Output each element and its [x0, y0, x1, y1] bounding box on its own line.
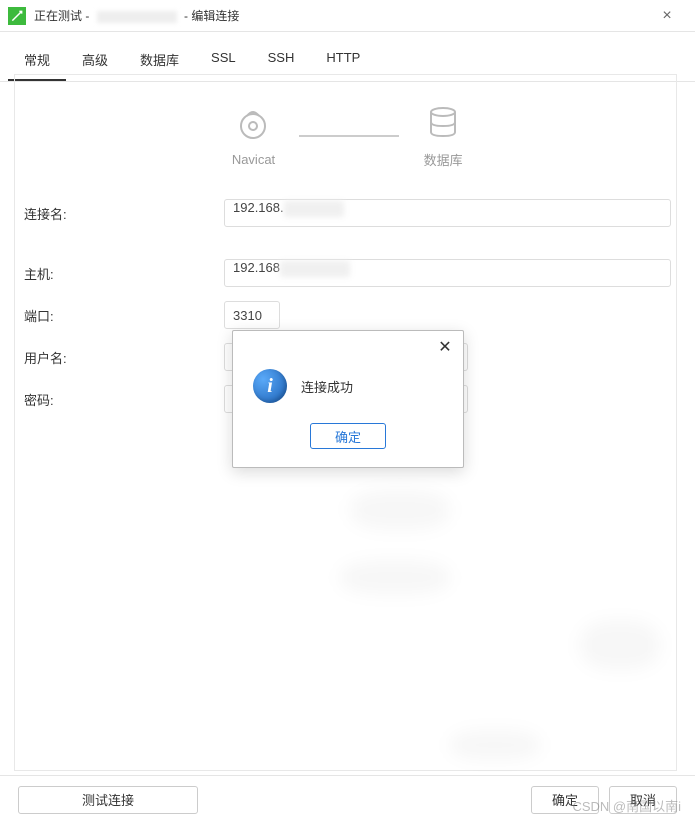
tab-database[interactable]: 数据库	[124, 40, 195, 81]
input-port[interactable]	[224, 301, 280, 329]
window-title: 正在测试 - - 编辑连接	[34, 7, 647, 24]
input-host[interactable]: 192.168	[224, 259, 671, 287]
diagram-database-label: 数据库	[424, 150, 463, 169]
smudge-artifact	[450, 730, 540, 760]
watermark-text: CSDN @南国以南i	[572, 796, 681, 815]
connection-diagram: Navicat 数据库	[0, 82, 695, 179]
smudge-artifact	[350, 490, 450, 530]
tab-ssl[interactable]: SSL	[195, 40, 252, 81]
navicat-icon	[233, 104, 273, 144]
title-prefix: 正在测试 -	[34, 9, 93, 23]
dialog-message: 连接成功	[301, 377, 353, 396]
tab-general[interactable]: 常规	[8, 40, 66, 81]
row-connection-name: 连接名: 192.168.	[24, 199, 671, 227]
titlebar: 正在测试 - - 编辑连接 ×	[0, 0, 695, 32]
tab-bar: 常规 高级 数据库 SSL SSH HTTP	[0, 40, 695, 82]
label-host: 主机:	[24, 264, 224, 283]
smudge-artifact	[580, 620, 660, 670]
label-port: 端口:	[24, 306, 224, 325]
tab-http[interactable]: HTTP	[310, 40, 376, 81]
app-icon	[8, 7, 26, 25]
window-close-button[interactable]: ×	[647, 0, 687, 32]
row-host: 主机: 192.168	[24, 259, 671, 287]
test-connection-button[interactable]: 测试连接	[18, 786, 198, 814]
smudge-artifact	[340, 560, 450, 595]
conn-name-redacted	[284, 201, 344, 217]
dialog-close-button[interactable]: ✕	[435, 337, 455, 357]
tab-advanced[interactable]: 高级	[66, 40, 124, 81]
success-dialog: ✕ i 连接成功 确定	[232, 330, 464, 468]
title-redacted	[97, 11, 177, 23]
info-icon: i	[253, 369, 287, 403]
host-redacted	[280, 261, 350, 277]
dialog-ok-button[interactable]: 确定	[310, 423, 386, 449]
diagram-navicat: Navicat	[232, 104, 275, 167]
label-password: 密码:	[24, 390, 224, 409]
database-icon	[423, 102, 463, 142]
diagram-connector-line	[299, 135, 399, 137]
diagram-navicat-label: Navicat	[232, 152, 275, 167]
tab-ssh[interactable]: SSH	[252, 40, 311, 81]
title-suffix: - 编辑连接	[181, 9, 240, 23]
input-connection-name[interactable]: 192.168.	[224, 199, 671, 227]
label-connection-name: 连接名:	[24, 204, 224, 223]
diagram-database: 数据库	[423, 102, 463, 169]
row-port: 端口:	[24, 301, 671, 329]
label-username: 用户名:	[24, 348, 224, 367]
